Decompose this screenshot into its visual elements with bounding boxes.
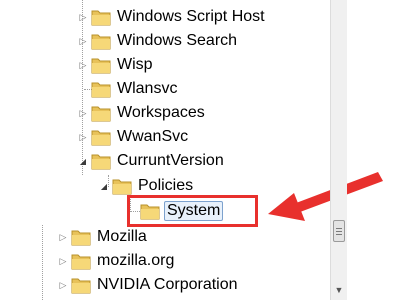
expand-arrow-icon[interactable]: ▷ [58, 225, 68, 249]
tree-item-wlansvc[interactable]: Wlansvc [78, 77, 179, 101]
collapse-arrow-icon[interactable]: ◢ [99, 174, 109, 198]
tree-item-mozilla-org[interactable]: ▷ mozilla.org [58, 249, 176, 273]
registry-tree: ▷ Windows Script Host ▷ Windows Search ▷… [0, 0, 330, 300]
tree-item-label: Workspaces [117, 104, 205, 121]
tree-item-windows-script-host[interactable]: ▷ Windows Script Host [78, 5, 267, 29]
scrollbar-thumb[interactable] [333, 220, 345, 242]
tree-item-curruntversion[interactable]: ◢ CurruntVersion [78, 149, 226, 173]
tree-item-windows-search[interactable]: ▷ Windows Search [78, 29, 239, 53]
folder-icon [91, 34, 111, 50]
highlight-box [127, 195, 258, 227]
tree-item-mozilla[interactable]: ▷ Mozilla [58, 225, 149, 249]
tree-guide-line [42, 225, 43, 300]
expand-arrow-icon[interactable]: ▷ [58, 249, 68, 273]
expand-arrow-icon[interactable]: ▷ [58, 273, 68, 297]
tree-item-workspaces[interactable]: ▷ Workspaces [78, 101, 207, 125]
tree-item-nvidia-corporation[interactable]: ▷ NVIDIA Corporation [58, 273, 240, 297]
folder-icon [91, 58, 111, 74]
vertical-scrollbar[interactable]: ▼ [330, 0, 347, 300]
expand-arrow-icon[interactable]: ▷ [78, 29, 88, 53]
folder-icon [71, 230, 91, 246]
expand-arrow-icon[interactable]: ▷ [78, 125, 88, 149]
collapse-arrow-icon[interactable]: ◢ [78, 149, 88, 173]
folder-icon [91, 10, 111, 26]
tree-item-label: Windows Script Host [117, 8, 265, 25]
tree-item-label: WwanSvc [117, 128, 189, 145]
folder-icon [112, 179, 132, 195]
tree-item-wwansvc[interactable]: ▷ WwanSvc [78, 125, 190, 149]
folder-icon [71, 254, 91, 270]
tree-item-label: Mozilla [97, 228, 147, 245]
no-expander [78, 77, 88, 101]
tree-item-wisp[interactable]: ▷ Wisp [78, 53, 155, 77]
tree-item-label: Wlansvc [117, 80, 178, 97]
expand-arrow-icon[interactable]: ▷ [78, 53, 88, 77]
tree-item-label: Windows Search [117, 32, 238, 49]
tree-item-label: Policies [138, 177, 194, 194]
folder-icon [91, 106, 111, 122]
tree-item-label: mozilla.org [97, 252, 175, 269]
tree-item-label: Wisp [117, 56, 153, 73]
tree-item-label: NVIDIA Corporation [97, 276, 238, 293]
expand-arrow-icon[interactable]: ▷ [78, 5, 88, 29]
folder-icon [91, 154, 111, 170]
scroll-down-arrow-icon[interactable]: ▼ [331, 280, 347, 300]
folder-icon [71, 278, 91, 294]
folder-icon [91, 130, 111, 146]
folder-icon [91, 82, 111, 98]
expand-arrow-icon[interactable]: ▷ [78, 101, 88, 125]
tree-item-label: CurruntVersion [117, 152, 224, 169]
